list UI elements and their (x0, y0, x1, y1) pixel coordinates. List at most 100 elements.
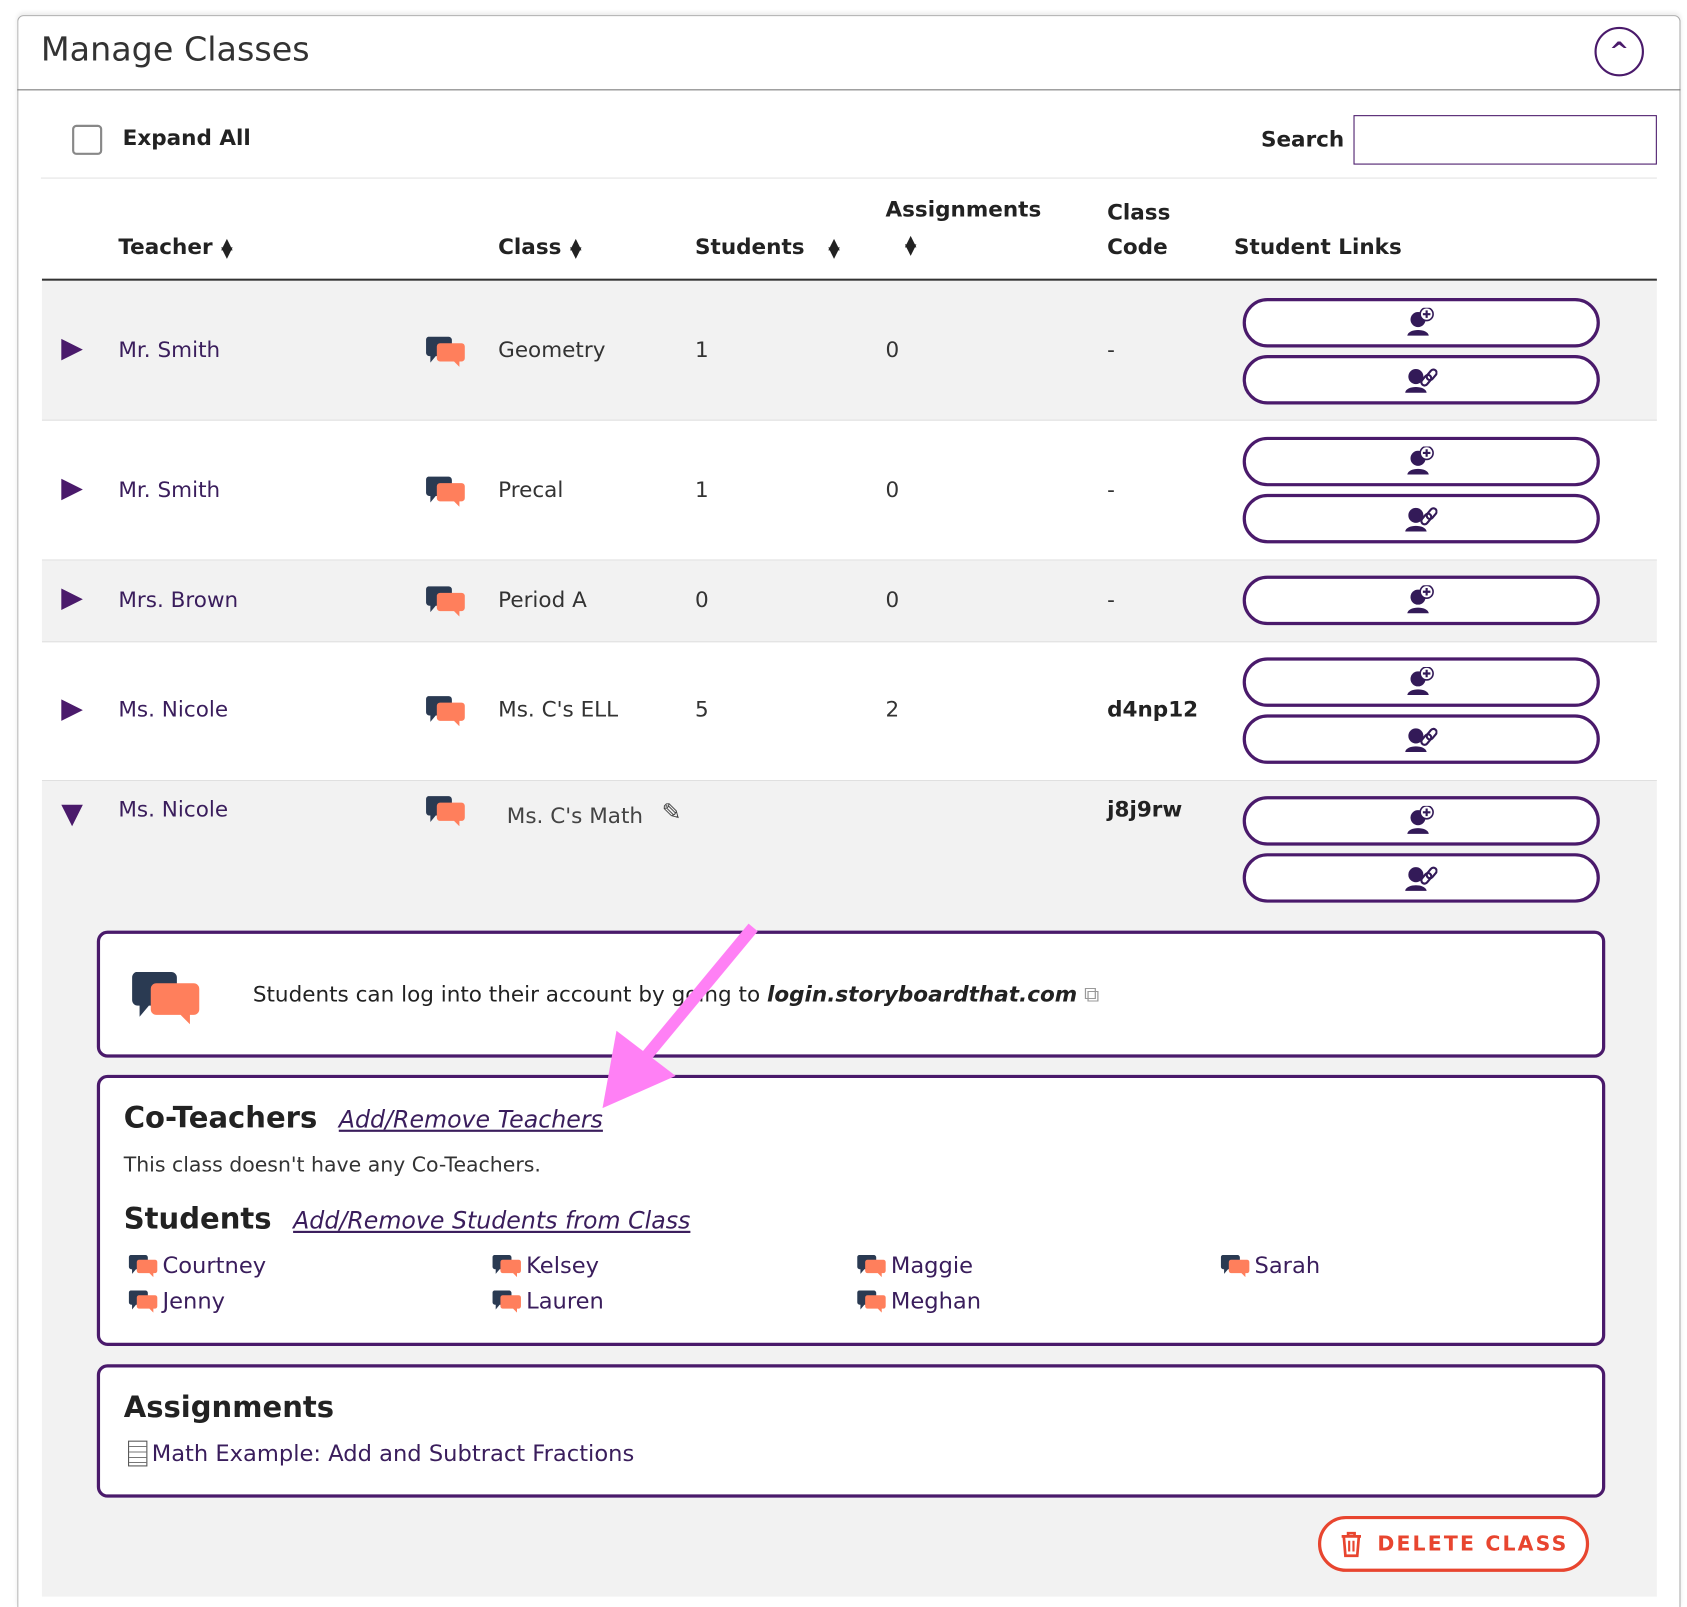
expand-row-icon[interactable] (61, 478, 83, 501)
chat-icon (132, 972, 200, 1025)
col-assignments[interactable]: Assignments ▲ ▼ (885, 192, 1041, 261)
document-icon (128, 1440, 148, 1467)
sort-icon[interactable]: ▲ ▼ (828, 236, 840, 260)
divider (40, 177, 1657, 179)
student-item[interactable]: Lauren (492, 1288, 604, 1314)
student-item[interactable]: Meghan (856, 1288, 981, 1314)
login-info-box: Students can log into their account by g… (96, 930, 1606, 1058)
expand-all-checkbox[interactable] (72, 124, 103, 155)
assignments-box: Assignments Math Example: Add and Subtra… (96, 1364, 1606, 1498)
student-item[interactable]: Jenny (128, 1288, 225, 1314)
student-count: 5 (695, 696, 709, 722)
add-user-icon (1406, 667, 1435, 697)
search-input[interactable] (1353, 115, 1657, 165)
teacher-name: Ms. Nicole (118, 796, 229, 822)
teacher-name: Ms. Nicole (118, 696, 229, 722)
coteachers-heading: Co-Teachers (123, 1101, 318, 1136)
add-user-icon (1406, 307, 1435, 337)
student-count: 1 (695, 336, 709, 363)
class-code: j8j9rw (1107, 796, 1183, 822)
add-remove-teachers-link[interactable]: Add/Remove Teachers (339, 1107, 603, 1134)
student-link-button[interactable] (1242, 853, 1600, 903)
student-item[interactable]: Sarah (1220, 1252, 1320, 1278)
expand-all-label[interactable]: Expand All (123, 125, 251, 151)
assignment-count: 0 (885, 586, 900, 613)
add-user-icon (1406, 805, 1435, 835)
table-row: Ms. Nicole Ms. C's ELL 5 2 d4np12 (41, 642, 1657, 782)
student-item[interactable]: Maggie (856, 1252, 973, 1278)
student-item[interactable]: Kelsey (492, 1252, 599, 1278)
col-student-links: Student Links (1234, 233, 1402, 260)
col-class[interactable]: Class ▲ ▼ (498, 229, 582, 263)
delete-class-button[interactable]: DELETE CLASS (1317, 1515, 1590, 1572)
col-class-code: Class Code (1107, 199, 1171, 260)
divider (17, 89, 1681, 91)
student-link-button[interactable] (1242, 493, 1600, 544)
students-heading: Students (123, 1202, 272, 1237)
class-name: Period A (498, 586, 587, 613)
class-name: Geometry (498, 336, 606, 363)
chevron-up-icon: ^ (1609, 38, 1630, 66)
chat-icon (492, 1290, 521, 1313)
add-student-button[interactable] (1242, 796, 1600, 846)
expand-row-icon[interactable] (61, 338, 83, 361)
chat-icon (857, 1290, 886, 1313)
sort-icon[interactable]: ▲ ▼ (905, 233, 917, 257)
col-teacher[interactable]: Teacher ▲ ▼ (118, 229, 232, 263)
col-teacher-label: Teacher (118, 233, 213, 260)
chat-icon (1220, 1255, 1250, 1278)
chat-icon (857, 1255, 886, 1278)
add-student-button[interactable] (1242, 575, 1600, 626)
teacher-name: Mr. Smith (118, 476, 221, 503)
chat-icon (426, 796, 465, 827)
add-student-button[interactable] (1242, 657, 1600, 707)
col-students-label: Students (695, 233, 805, 260)
col-assignments-label: Assignments (885, 195, 1042, 222)
student-count: 0 (695, 586, 709, 613)
expand-row-icon[interactable] (61, 588, 83, 611)
user-link-icon (1405, 505, 1438, 533)
coteachers-empty-text: This class doesn't have any Co-Teachers. (123, 1153, 541, 1178)
table-row: Mrs. Brown Period A 0 0 - (41, 560, 1657, 643)
add-user-icon (1406, 446, 1435, 476)
chat-icon (492, 1255, 521, 1278)
class-code: - (1107, 336, 1115, 363)
expand-row-icon[interactable] (61, 699, 83, 721)
assignments-heading: Assignments (123, 1391, 335, 1425)
assignment-count: 2 (885, 696, 900, 722)
copy-icon[interactable]: ⧉ (1084, 981, 1099, 1007)
class-name: Ms. C's ELL (498, 696, 619, 722)
assignment-count: 0 (885, 476, 900, 503)
teacher-name: Mrs. Brown (118, 586, 239, 613)
chat-icon (426, 696, 465, 727)
login-text: Students can log into their account by g… (252, 981, 761, 1008)
student-item[interactable]: Courtney (128, 1252, 266, 1278)
class-name: Precal (498, 476, 564, 503)
assignment-item[interactable]: Math Example: Add and Subtract Fractions (128, 1440, 634, 1467)
class-code: - (1107, 586, 1115, 613)
login-url[interactable]: login.storyboardthat.com (767, 981, 1077, 1007)
collapse-row-icon[interactable] (61, 804, 83, 827)
student-link-button[interactable] (1242, 355, 1600, 405)
class-code: d4np12 (1107, 696, 1199, 722)
col-class-label: Class (498, 233, 562, 260)
collapse-button[interactable]: ^ (1594, 26, 1644, 77)
student-link-button[interactable] (1242, 714, 1600, 764)
search-label: Search (1260, 125, 1345, 152)
col-students[interactable]: Students ▲ ▼ (695, 229, 840, 263)
edit-pencil-icon[interactable]: ✎ (662, 799, 682, 826)
add-user-icon (1406, 585, 1435, 615)
user-link-icon (1405, 865, 1438, 892)
chat-icon (128, 1290, 158, 1313)
user-link-icon (1405, 726, 1438, 754)
sort-icon[interactable]: ▲ ▼ (570, 236, 582, 260)
add-student-button[interactable] (1242, 436, 1600, 487)
add-remove-students-link[interactable]: Add/Remove Students from Class (293, 1208, 690, 1235)
student-count: 1 (695, 476, 709, 503)
assignment-count: 0 (885, 336, 900, 363)
add-student-button[interactable] (1242, 298, 1600, 348)
chat-icon (426, 586, 465, 617)
page-title: Manage Classes (40, 30, 310, 69)
sort-icon[interactable]: ▲ ▼ (221, 236, 233, 260)
coteachers-students-box: Co-Teachers Add/Remove Teachers This clas… (96, 1074, 1606, 1346)
